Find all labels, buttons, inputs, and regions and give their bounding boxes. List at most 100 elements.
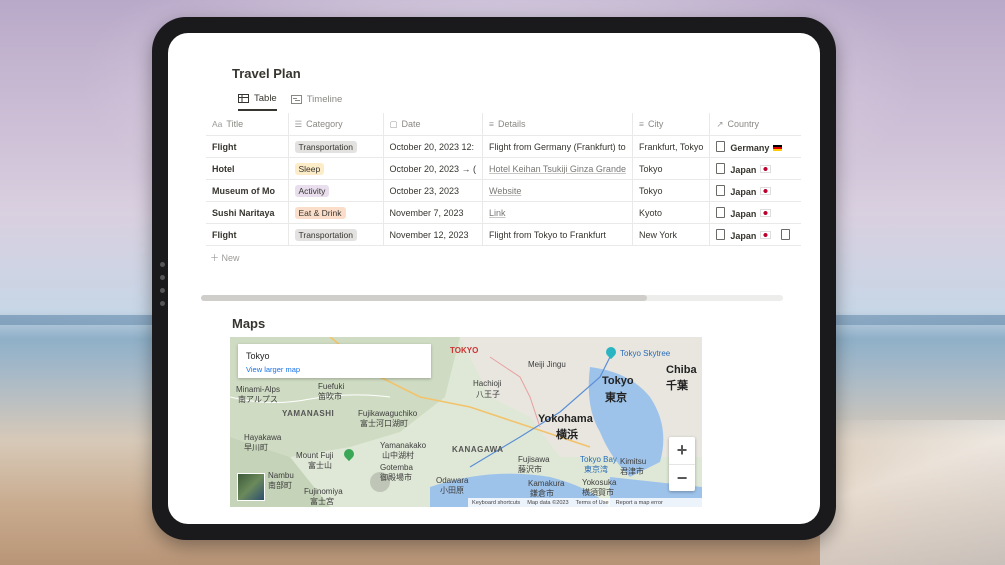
tab-table[interactable]: Table — [238, 91, 277, 111]
category-tag: Sleep — [294, 162, 325, 175]
horizontal-scrollbar[interactable] — [201, 295, 783, 301]
cell-title[interactable]: Flight — [206, 223, 289, 246]
map-place-card: Tokyo View larger map — [238, 344, 431, 378]
list-property-icon: ☰ — [294, 118, 303, 129]
cell-category[interactable]: Sleep — [288, 157, 384, 180]
cell-category[interactable]: Transportation — [288, 135, 384, 158]
cell-country[interactable]: Germany — [709, 135, 802, 158]
embedded-map[interactable]: Tokyo View larger map TOKYO Meiji Jingu … — [230, 337, 702, 507]
cell-title[interactable]: Hotel — [206, 157, 289, 180]
map-label-tokyobay: Tokyo Bay — [580, 455, 617, 464]
map-label-yokosuka: Yokosuka — [582, 478, 617, 487]
category-tag: Transportation — [294, 228, 357, 241]
cell-details[interactable]: Website — [482, 179, 633, 202]
cell-country[interactable]: Japan — [709, 223, 802, 246]
map-label-fujisawa-jp: 藤沢市 — [518, 465, 542, 474]
calendar-icon: ▢ — [389, 118, 398, 129]
page-icon — [716, 162, 726, 174]
map-label-kimitsu: Kimitsu — [620, 457, 647, 466]
cell-title[interactable]: Museum of Mo — [206, 179, 289, 202]
column-header-title[interactable]: Aa Title — [206, 113, 289, 136]
map-label-mtfuji-jp: 富士山 — [308, 461, 332, 470]
map-label-tokyo-region: TOKYO — [450, 346, 479, 355]
table-row[interactable]: Museum of Mo Activity October 23, 2023 Webs… — [206, 179, 802, 202]
map-label-tokyo-city: Tokyo — [602, 375, 634, 387]
details-text[interactable]: Link — [489, 208, 506, 218]
open-page-icon[interactable] — [781, 228, 791, 240]
cell-details[interactable]: Flight from Germany (Frankfurt) to — [482, 135, 633, 158]
cell-date[interactable]: October 20, 2023 12: — [383, 135, 484, 158]
cell-details[interactable]: Link — [482, 201, 633, 224]
map-label-kamakura: Kamakura — [528, 479, 565, 488]
satellite-toggle[interactable] — [237, 473, 265, 501]
column-header-country[interactable]: ↗ Country — [709, 113, 802, 136]
cell-city[interactable]: Frankfurt, Tokyo — [632, 135, 711, 158]
map-label-skytree: Tokyo Skytree — [620, 349, 671, 358]
table-row[interactable]: Flight Transportation October 20, 2023 12:… — [206, 135, 802, 158]
map-zoom-controls: + − — [669, 437, 695, 491]
column-header-city[interactable]: ≡ City — [632, 113, 711, 136]
tab-timeline[interactable]: Timeline — [290, 91, 343, 111]
new-row-button[interactable]: ＋ New — [210, 251, 240, 264]
map-label-fuefuki-jp: 笛吹市 — [318, 392, 342, 401]
cell-country[interactable]: Japan — [709, 179, 802, 202]
cell-date[interactable]: November 7, 2023 — [383, 201, 484, 224]
map-label-yamanakako: Yamanakako — [380, 441, 427, 450]
map-label-yokohama: Yokohama — [538, 413, 593, 425]
flag-icon — [760, 230, 772, 239]
tablet-screen: Travel Plan Table Timeline Aa Title ☰ Cate… — [168, 33, 820, 524]
tab-table-label: Table — [254, 92, 277, 104]
table-row[interactable]: Sushi Naritaya Eat & Drink November 7, 202… — [206, 201, 802, 224]
table-row[interactable]: Hotel Sleep October 20, 2023 → ( Hotel Keih… — [206, 157, 802, 180]
text-property-icon: Aa — [212, 119, 223, 129]
cell-title[interactable]: Flight — [206, 135, 289, 158]
cell-details[interactable]: Hotel Keihan Tsukiji Ginza Grande — [482, 157, 633, 180]
view-larger-map-link[interactable]: View larger map — [246, 365, 300, 374]
cell-country[interactable]: Japan — [709, 157, 802, 180]
map-label-minami: Minami-Alps — [236, 385, 281, 394]
cell-country[interactable]: Japan — [709, 201, 802, 224]
zoom-in-button[interactable]: + — [669, 437, 695, 465]
map-label-gotemba-jp: 御殿場市 — [380, 473, 412, 482]
zoom-out-button[interactable]: − — [669, 465, 695, 492]
cell-details[interactable]: Flight from Tokyo to Frankfurt — [482, 223, 633, 246]
map-label-kanagawa: KANAGAWA — [452, 445, 504, 454]
cell-title[interactable]: Sushi Naritaya — [206, 201, 289, 224]
map-label-nambu: Nambu — [268, 471, 294, 480]
cell-category[interactable]: Transportation — [288, 223, 384, 246]
scrollbar-thumb[interactable] — [201, 295, 647, 301]
cell-city[interactable]: Kyoto — [632, 201, 711, 224]
column-header-details[interactable]: ≡ Details — [482, 113, 633, 136]
details-text[interactable]: Hotel Keihan Tsukiji Ginza Grande — [489, 164, 626, 174]
plus-icon: ＋ — [210, 253, 222, 263]
category-tag: Activity — [294, 184, 330, 197]
map-footer: Keyboard shortcuts Map data ©2023 Terms … — [468, 498, 702, 507]
cell-date[interactable]: October 23, 2023 — [383, 179, 484, 202]
column-header-date[interactable]: ▢ Date — [383, 113, 484, 136]
cell-date[interactable]: October 20, 2023 → ( — [383, 157, 484, 180]
cell-category[interactable]: Activity — [288, 179, 384, 202]
map-label-fujisawa: Fujisawa — [518, 455, 550, 464]
map-data-credit: Map data ©2023 — [527, 499, 569, 506]
cell-city[interactable]: Tokyo — [632, 157, 711, 180]
report-error-link[interactable]: Report a map error — [616, 500, 663, 506]
cell-city[interactable]: Tokyo — [632, 179, 711, 202]
terms-link[interactable]: Terms of Use — [576, 500, 609, 506]
map-label-yokohama-jp: 横浜 — [556, 429, 578, 441]
cell-date[interactable]: November 12, 2023 — [383, 223, 484, 246]
cell-city[interactable]: New York — [632, 223, 711, 246]
keyboard-shortcuts-link[interactable]: Keyboard shortcuts — [472, 500, 520, 506]
cell-category[interactable]: Eat & Drink — [288, 201, 384, 224]
details-text[interactable]: Website — [489, 186, 521, 196]
flag-icon — [760, 186, 772, 195]
maps-heading: Maps — [232, 316, 266, 331]
column-header-category[interactable]: ☰ Category — [288, 113, 384, 136]
map-label-odawara: Odawara — [436, 476, 469, 485]
table-row[interactable]: Flight Transportation November 12, 2023 Fli… — [206, 223, 802, 246]
map-label-tokyo-jp: 東京 — [605, 392, 627, 404]
map-label-mtfuji: Mount Fuji — [296, 451, 334, 460]
tab-timeline-label: Timeline — [306, 93, 343, 105]
map-label-fujikawa: Fujikawaguchiko — [358, 409, 418, 418]
table-icon — [238, 93, 249, 103]
flag-icon — [760, 208, 772, 217]
